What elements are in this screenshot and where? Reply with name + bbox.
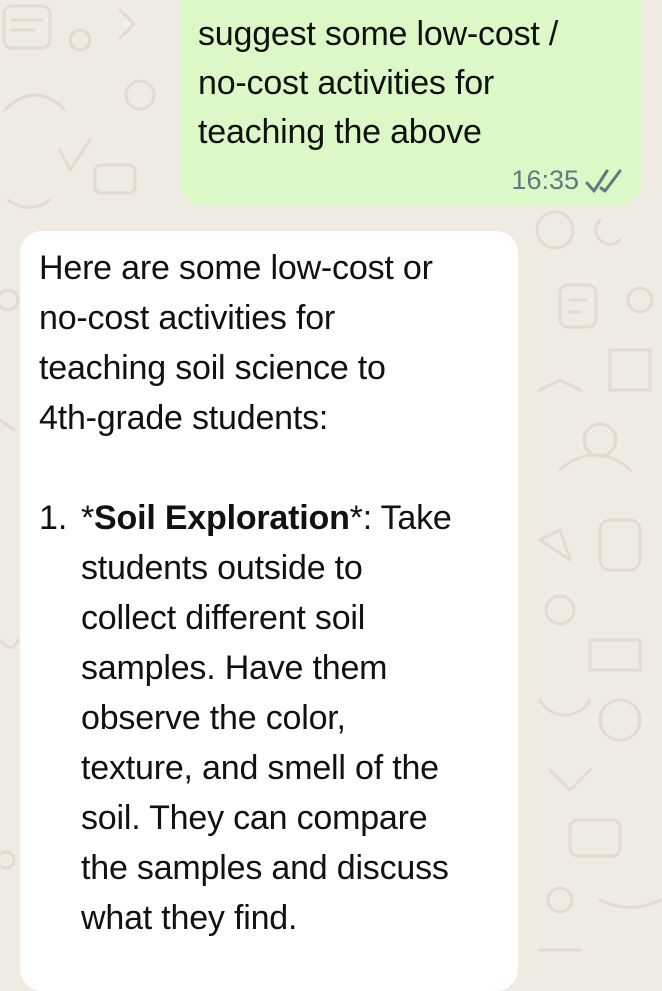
list-item: 1. *Soil Exploration*: Take students out… bbox=[39, 493, 508, 943]
message-time: 16:35 bbox=[511, 165, 579, 195]
list-item-number: 1. bbox=[39, 499, 68, 537]
list-item-prefix: * bbox=[81, 499, 95, 537]
message-meta: 16:35 bbox=[511, 167, 625, 194]
incoming-message-intro: Here are some low-cost or no-cost activi… bbox=[39, 249, 433, 437]
outgoing-message-bubble[interactable]: suggest some low-cost / no-cost activiti… bbox=[181, 0, 641, 206]
list-item-suffix: *: Take bbox=[349, 499, 452, 537]
double-check-icon bbox=[585, 169, 622, 192]
list-item-description: students outside to collect different so… bbox=[81, 549, 449, 937]
incoming-message-bubble[interactable]: Here are some low-cost or no-cost activi… bbox=[20, 231, 518, 991]
list-item-body: *Soil Exploration*: Take students outsid… bbox=[81, 493, 508, 943]
outgoing-message-text: suggest some low-cost / no-cost activiti… bbox=[198, 15, 559, 151]
list-item-title: Soil Exploration bbox=[94, 499, 350, 537]
chat-thread: suggest some low-cost / no-cost activiti… bbox=[0, 0, 662, 991]
